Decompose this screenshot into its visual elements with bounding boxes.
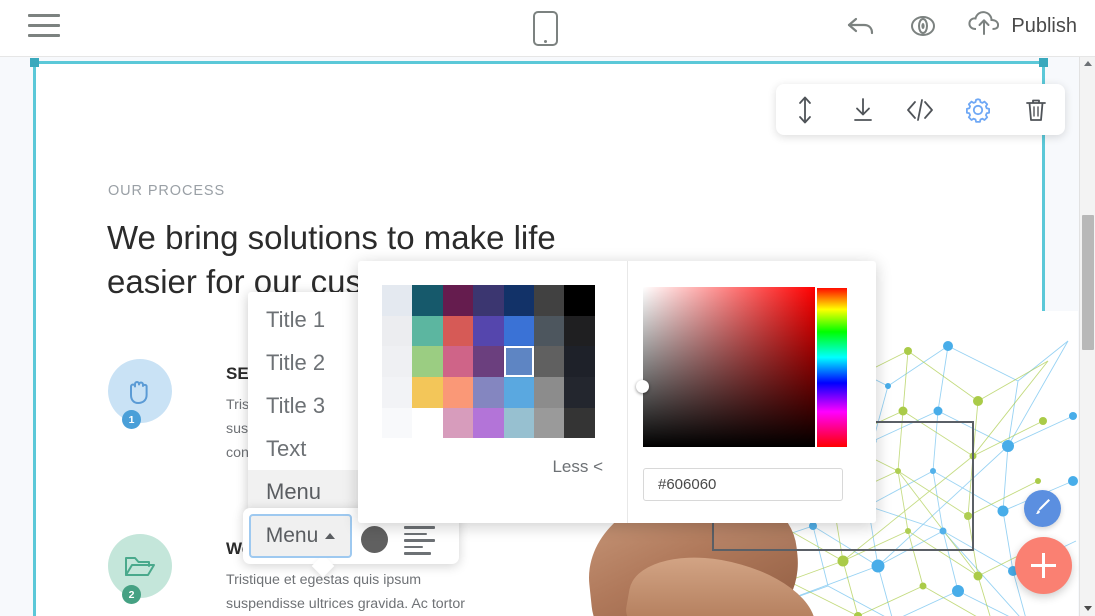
vertical-scrollbar[interactable] xyxy=(1079,57,1095,616)
color-swatch[interactable] xyxy=(564,346,594,377)
section-eyebrow: OUR PROCESS xyxy=(108,183,225,199)
feature-body[interactable]: Tristique et egestas quis ipsum suspendi… xyxy=(226,568,471,616)
text-color-swatch-button[interactable] xyxy=(361,526,388,553)
text-style-dropdown: Title 1 Title 2 Title 3 Text Menu xyxy=(248,292,363,514)
color-swatch[interactable] xyxy=(564,408,594,439)
less-toggle-link[interactable]: Less < xyxy=(552,457,603,477)
color-swatch[interactable] xyxy=(504,346,534,377)
publish-button[interactable]: Publish xyxy=(967,10,1077,42)
color-swatch[interactable] xyxy=(473,377,503,408)
trash-icon[interactable] xyxy=(1016,90,1056,130)
paintbrush-icon xyxy=(1033,496,1053,521)
hamburger-bar xyxy=(28,34,60,37)
color-swatch[interactable] xyxy=(443,316,473,347)
feature-badge: 2 xyxy=(122,585,141,604)
color-swatch[interactable] xyxy=(534,316,564,347)
selection-handle-tr[interactable] xyxy=(1039,58,1048,67)
editor-root: Publish OUR PROCESS We bring solutions t… xyxy=(0,0,1095,616)
top-toolbar: Publish xyxy=(0,0,1095,57)
resize-vertical-icon[interactable] xyxy=(785,90,825,130)
color-swatch-grid xyxy=(382,285,595,438)
color-swatch[interactable] xyxy=(504,377,534,408)
color-picker-presets: Less < xyxy=(358,261,628,523)
folder-icon xyxy=(123,553,157,585)
feature-icon-circle: 1 xyxy=(108,359,172,423)
scrollbar-thumb[interactable] xyxy=(1082,215,1094,350)
color-swatch[interactable] xyxy=(564,377,594,408)
color-swatch[interactable] xyxy=(564,316,594,347)
style-option-title-1[interactable]: Title 1 xyxy=(248,298,363,341)
color-swatch[interactable] xyxy=(382,316,412,347)
color-swatch[interactable] xyxy=(443,285,473,316)
scroll-down-arrow-icon[interactable] xyxy=(1084,606,1092,611)
color-swatch[interactable] xyxy=(534,285,564,316)
download-icon[interactable] xyxy=(843,90,883,130)
color-swatch[interactable] xyxy=(443,408,473,439)
style-option-title-2[interactable]: Title 2 xyxy=(248,341,363,384)
saturation-value-area[interactable] xyxy=(643,287,815,447)
undo-arrow-icon[interactable] xyxy=(843,8,879,44)
hue-selector-knob[interactable] xyxy=(817,283,847,288)
color-swatch[interactable] xyxy=(412,408,442,439)
color-swatch[interactable] xyxy=(382,408,412,439)
scroll-up-arrow-icon[interactable] xyxy=(1084,61,1092,66)
sv-selector-knob[interactable] xyxy=(636,380,649,393)
color-picker-custom: #606060 xyxy=(628,261,876,523)
hamburger-bar xyxy=(28,14,60,17)
color-picker-panel: Less < #606060 xyxy=(358,261,876,523)
style-option-menu[interactable]: Menu xyxy=(248,470,363,513)
chevron-up-icon xyxy=(325,533,335,539)
color-swatch[interactable] xyxy=(382,377,412,408)
color-swatch[interactable] xyxy=(443,377,473,408)
publish-label: Publish xyxy=(1011,15,1077,38)
cloud-upload-icon xyxy=(967,10,1001,42)
color-swatch[interactable] xyxy=(473,408,503,439)
selection-handle-tl[interactable] xyxy=(30,58,39,67)
color-swatch[interactable] xyxy=(412,316,442,347)
style-option-title-3[interactable]: Title 3 xyxy=(248,384,363,427)
color-swatch[interactable] xyxy=(473,316,503,347)
design-brush-button[interactable] xyxy=(1024,490,1061,527)
style-option-text[interactable]: Text xyxy=(248,427,363,470)
color-swatch[interactable] xyxy=(534,377,564,408)
color-swatch[interactable] xyxy=(534,408,564,439)
eye-preview-icon[interactable] xyxy=(905,8,941,44)
color-swatch[interactable] xyxy=(473,285,503,316)
color-swatch[interactable] xyxy=(382,285,412,316)
device-home-dot xyxy=(544,40,547,43)
topbar-actions: Publish xyxy=(843,8,1077,44)
color-swatch[interactable] xyxy=(504,408,534,439)
color-swatch[interactable] xyxy=(564,285,594,316)
hand-icon xyxy=(125,377,155,411)
text-align-left-icon[interactable] xyxy=(404,526,435,552)
style-select-value: Menu xyxy=(266,524,319,548)
hamburger-bar xyxy=(28,24,60,27)
hue-slider[interactable] xyxy=(817,287,847,447)
mobile-device-icon[interactable] xyxy=(533,11,559,47)
feature-badge: 1 xyxy=(122,410,141,429)
feature-icon-circle: 2 xyxy=(108,534,172,598)
color-swatch[interactable] xyxy=(412,346,442,377)
code-icon[interactable] xyxy=(900,90,940,130)
color-swatch[interactable] xyxy=(534,346,564,377)
hamburger-menu-icon[interactable] xyxy=(28,14,60,42)
color-swatch[interactable] xyxy=(504,285,534,316)
color-swatch[interactable] xyxy=(504,316,534,347)
color-swatch[interactable] xyxy=(443,346,473,377)
color-swatch[interactable] xyxy=(412,285,442,316)
style-select-button[interactable]: Menu xyxy=(249,514,352,558)
color-swatch[interactable] xyxy=(412,377,442,408)
color-swatch[interactable] xyxy=(382,346,412,377)
hex-input[interactable]: #606060 xyxy=(643,468,843,501)
block-action-toolbar xyxy=(776,84,1065,135)
add-block-button[interactable] xyxy=(1015,537,1072,594)
settings-gear-icon[interactable] xyxy=(958,90,998,130)
color-swatch[interactable] xyxy=(473,346,503,377)
